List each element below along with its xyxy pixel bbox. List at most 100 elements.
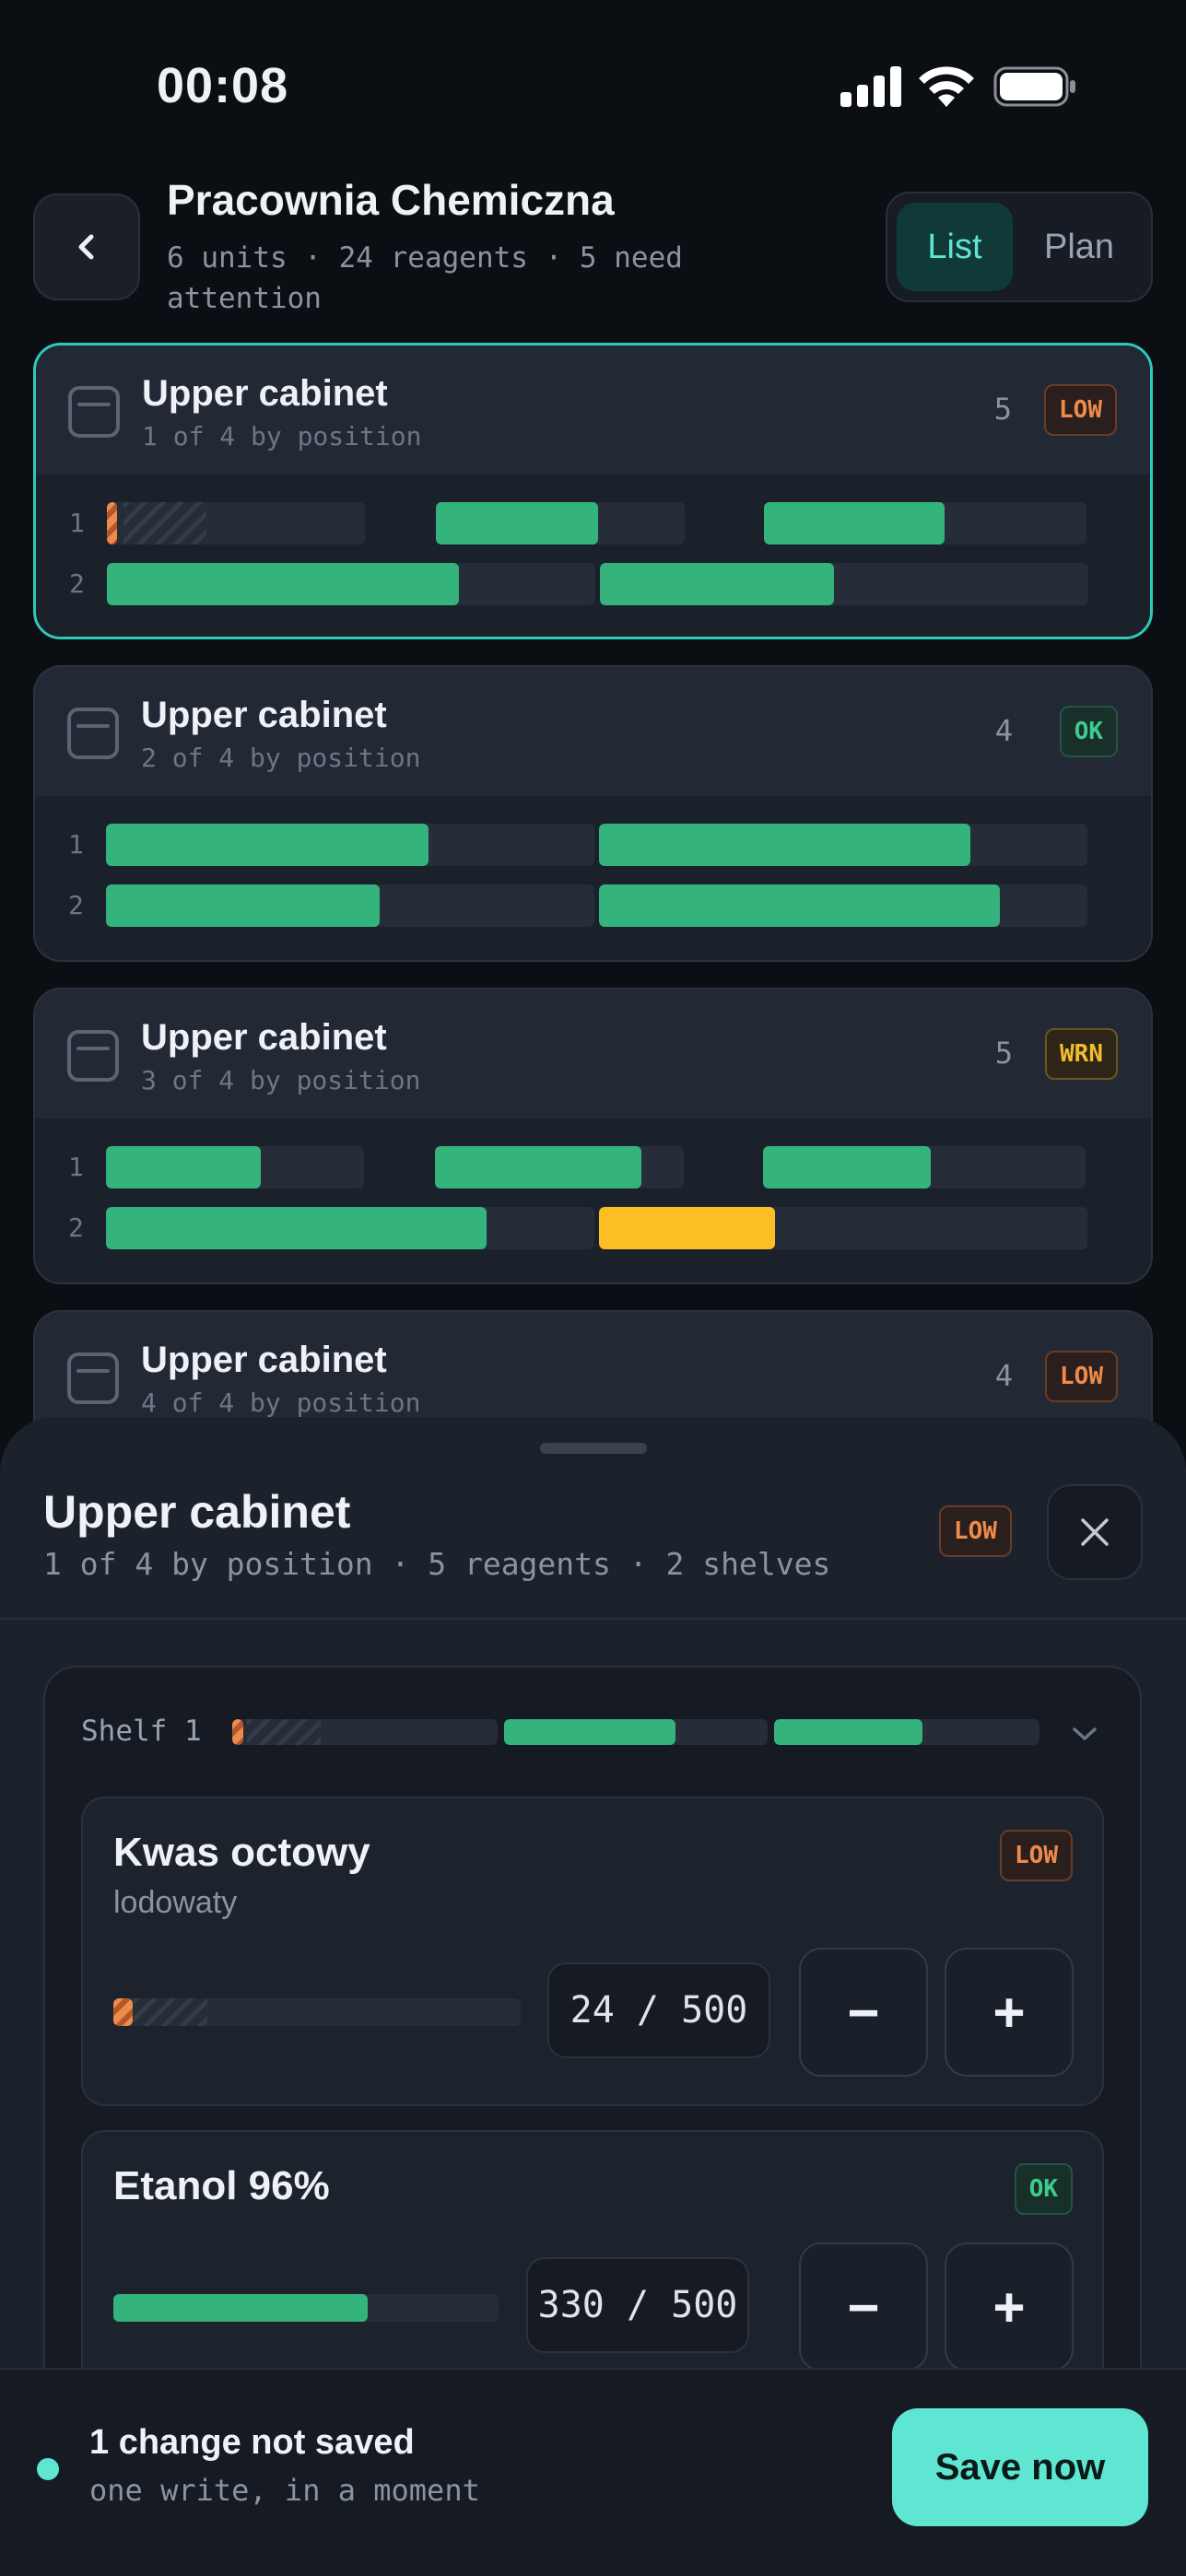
cabinet-card[interactable]: Upper cabinet 3 of 4 by position 5 WRN 1…: [33, 988, 1153, 1284]
cabinet-shelves: 12: [36, 474, 1150, 637]
shelf-segment: [107, 502, 365, 544]
cabinet-status-badge: LOW: [1044, 384, 1117, 436]
reagent-name: Kwas octowy: [113, 1830, 370, 1875]
quantity-field[interactable]: 24 / 500: [547, 1962, 770, 2058]
wifi-icon: [919, 66, 974, 107]
shelf-segment-fill: [107, 563, 459, 605]
cabinet-card-header: Upper cabinet 2 of 4 by position 4 OK: [35, 667, 1151, 796]
shelf-row-label: 1: [68, 1152, 84, 1182]
shelf-segment: [599, 824, 1087, 866]
shelf-segment-fill: [106, 884, 380, 927]
sheet-shelf-segment-fill: [232, 1719, 243, 1745]
cabinet-card[interactable]: Upper cabinet 1 of 4 by position 5 LOW 1…: [33, 343, 1153, 639]
cabinet-reagent-count: 5: [994, 1036, 1013, 1071]
reagent-level-bar: [113, 1998, 521, 2026]
quantity-field[interactable]: 330 / 500: [526, 2257, 749, 2353]
cabinet-position: 1 of 4 by position: [142, 421, 422, 451]
shelf-segment-fill: [106, 824, 429, 866]
signal-icon: [840, 66, 901, 107]
increment-button[interactable]: +: [945, 2242, 1074, 2371]
shelf-segment-fill: [106, 1146, 261, 1188]
status-bar: 00:08: [0, 0, 1186, 175]
shelf-segment-fill: [763, 1146, 931, 1188]
sheet-divider: [0, 1618, 1186, 1620]
page-subtitle: 6 units · 24 reagents · 5 need attention: [167, 241, 683, 315]
shelf-segment: [599, 1207, 1087, 1249]
sheet-shelf-segment: [232, 1719, 498, 1745]
cabinet-icon: [67, 1030, 119, 1082]
reagent-card: Kwas octowy lodowaty LOW 24 / 500 − +: [81, 1797, 1104, 2106]
close-button[interactable]: [1047, 1484, 1143, 1580]
cabinet-card-header: Upper cabinet 1 of 4 by position 5 LOW: [36, 345, 1150, 474]
shelf-segment: [763, 1146, 1086, 1188]
sheet-shelf-segment: [774, 1719, 1039, 1745]
shelf-segment-hatch: [123, 502, 206, 544]
sheet-grabber[interactable]: [540, 1443, 647, 1454]
shelf-segment-fill: [600, 563, 835, 605]
unsaved-subtitle: one write, in a moment: [89, 2473, 480, 2508]
sheet-shelf-segment-fill: [504, 1719, 675, 1745]
chevron-left-icon: [78, 234, 94, 260]
back-button[interactable]: [33, 193, 140, 300]
save-now-button[interactable]: Save now: [892, 2408, 1148, 2526]
cabinet-position: 2 of 4 by position: [141, 743, 421, 773]
sheet-title: Upper cabinet: [43, 1486, 351, 1538]
cabinet-status-badge: LOW: [1045, 1351, 1118, 1402]
cabinet-title: Upper cabinet: [142, 373, 388, 414]
cabinet-title: Upper cabinet: [141, 1017, 387, 1058]
reagent-name: Etanol 96%: [113, 2163, 330, 2208]
cabinet-icon: [68, 386, 120, 438]
increment-button[interactable]: +: [945, 1948, 1074, 2077]
cabinet-status-badge: OK: [1059, 706, 1118, 757]
shelf-row-label: 1: [68, 829, 84, 860]
reagent-level-fill: [113, 1998, 134, 2026]
page-title: Pracownia Chemiczna: [167, 176, 615, 224]
sheet-shelf-segment-fill: [774, 1719, 923, 1745]
reagent-level-bar: [113, 2294, 499, 2322]
cabinet-reagent-count: 5: [993, 392, 1012, 427]
shelf-segment: [107, 563, 595, 605]
cabinet-icon: [67, 1352, 119, 1404]
shelf-row-label: 2: [68, 1212, 84, 1243]
cabinet-position: 3 of 4 by position: [141, 1065, 421, 1095]
sheet-status-badge: LOW: [939, 1505, 1012, 1557]
shelf-segment: [435, 1146, 684, 1188]
shelf-segment-fill: [436, 502, 598, 544]
shelf-segment-fill: [764, 502, 945, 544]
shelf-row-label: 1: [69, 508, 85, 538]
shelf-segment: [764, 502, 1086, 544]
shelf-segment-fill: [599, 884, 1000, 927]
shelf-segment-fill: [435, 1146, 642, 1188]
decrement-button[interactable]: −: [799, 2242, 928, 2371]
shelf-segment: [599, 884, 1087, 927]
decrement-button[interactable]: −: [799, 1948, 928, 2077]
reagent-level-fill: [113, 2294, 368, 2322]
shelf-segment-fill: [599, 1207, 775, 1249]
cabinet-reagent-count: 4: [994, 713, 1013, 748]
cabinet-card-header: Upper cabinet 3 of 4 by position 5 WRN: [35, 989, 1151, 1118]
chevron-down-icon[interactable]: [1069, 1723, 1100, 1745]
cabinet-reagent-count: 4: [994, 1358, 1013, 1393]
cabinet-shelves: 12: [35, 796, 1151, 960]
reagent-level-hatch: [134, 1998, 207, 2026]
sheet-subtitle: 1 of 4 by position · 5 reagents · 2 shel…: [43, 1546, 831, 1582]
cabinet-title: Upper cabinet: [141, 695, 387, 735]
reagent-status-badge: LOW: [1000, 1830, 1073, 1881]
shelf-segment-fill: [599, 824, 970, 866]
cabinet-status-badge: WRN: [1045, 1028, 1118, 1080]
tab-list[interactable]: List: [897, 203, 1013, 291]
shelf-segment-fill: [107, 502, 118, 544]
battery-icon: [993, 66, 1075, 107]
unsaved-title: 1 change not saved: [89, 2423, 415, 2462]
tab-plan[interactable]: Plan: [1020, 203, 1138, 291]
cabinet-card[interactable]: Upper cabinet 2 of 4 by position 4 OK 12: [33, 665, 1153, 962]
shelf-row-label: 2: [69, 568, 85, 599]
shelf-row-label: 2: [68, 890, 84, 920]
shelf-segment: [436, 502, 685, 544]
close-icon: [1081, 1518, 1109, 1546]
sheet-shelf-segment: [504, 1719, 768, 1745]
reagent-status-badge: OK: [1014, 2163, 1073, 2215]
unsaved-indicator-dot: [37, 2458, 59, 2480]
cabinet-shelves: 12: [35, 1118, 1151, 1282]
shelf-segment: [106, 1146, 364, 1188]
